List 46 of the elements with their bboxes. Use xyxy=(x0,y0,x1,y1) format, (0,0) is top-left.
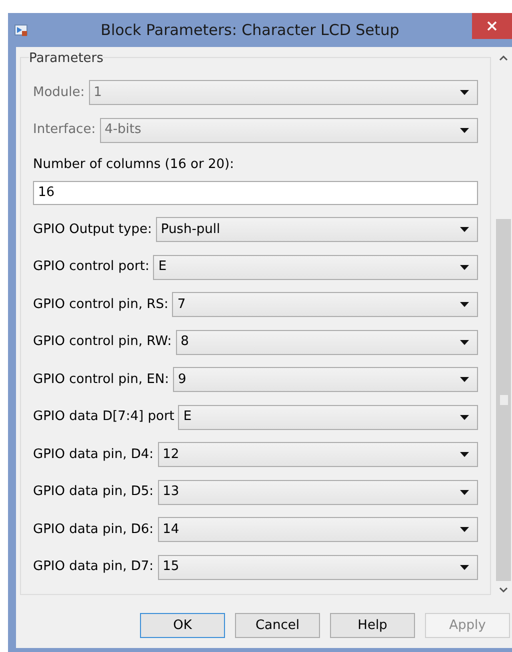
field-label: GPIO data pin, D4: xyxy=(33,446,154,464)
scroll-down-icon xyxy=(499,587,508,593)
field-label: GPIO Output type: xyxy=(33,220,152,239)
dropdown[interactable]: 9 xyxy=(173,367,478,392)
field-label: GPIO data pin, D6: xyxy=(33,520,154,539)
dropdown[interactable]: Push-pull xyxy=(156,217,478,242)
dropdown-caret-icon xyxy=(460,128,469,132)
dropdown[interactable]: 13 xyxy=(158,480,478,504)
dialog-button[interactable]: OK xyxy=(140,613,225,638)
dropdown-caret-icon xyxy=(460,227,469,232)
dropdown-caret-icon xyxy=(460,564,469,570)
scroll-up-icon xyxy=(499,55,508,61)
dialog-button[interactable]: Cancel xyxy=(235,613,320,638)
dropdown-caret-icon xyxy=(460,377,469,382)
field-label: GPIO control pin, EN: xyxy=(33,370,169,389)
field-label: Interface: xyxy=(33,121,96,140)
dropdown[interactable]: 7 xyxy=(172,292,478,317)
field-label: Number of columns (16 or 20): xyxy=(33,156,235,174)
dropdown-caret-icon xyxy=(460,340,469,344)
dropdown[interactable]: E xyxy=(178,404,478,430)
field-label: GPIO data pin, D7: xyxy=(33,558,154,576)
dropdown[interactable]: 8 xyxy=(176,330,478,354)
dropdown-caret-icon xyxy=(460,527,469,532)
field-label: GPIO control pin, RW: xyxy=(33,333,172,352)
app-icon xyxy=(14,23,28,37)
dropdown[interactable]: 15 xyxy=(158,554,478,580)
dropdown-caret-icon xyxy=(460,490,469,494)
dropdown[interactable]: E xyxy=(153,254,478,280)
dropdown[interactable]: 12 xyxy=(158,442,478,467)
field-label: GPIO control port: xyxy=(33,258,150,276)
dropdown-caret-icon xyxy=(460,302,469,307)
dropdown-caret-icon xyxy=(460,90,469,95)
scrollbar-thumb[interactable] xyxy=(496,219,511,581)
field-label: GPIO data pin, D5: xyxy=(33,483,154,502)
dialog-button[interactable]: Help xyxy=(330,613,415,638)
field-label: GPIO control pin, RS: xyxy=(33,296,168,314)
dropdown-caret-icon xyxy=(460,414,469,420)
dropdown-caret-icon xyxy=(460,264,469,270)
dropdown[interactable]: 14 xyxy=(158,517,478,542)
window-title: Block Parameters: Character LCD Setup xyxy=(100,20,400,41)
close-icon xyxy=(487,21,497,31)
field-label: GPIO data D[7:4] port xyxy=(33,408,174,426)
dropdown-caret-icon xyxy=(460,452,469,457)
field-label: Module: xyxy=(33,84,85,102)
close-button[interactable] xyxy=(472,13,512,39)
text-field[interactable]: 16 xyxy=(33,180,478,204)
